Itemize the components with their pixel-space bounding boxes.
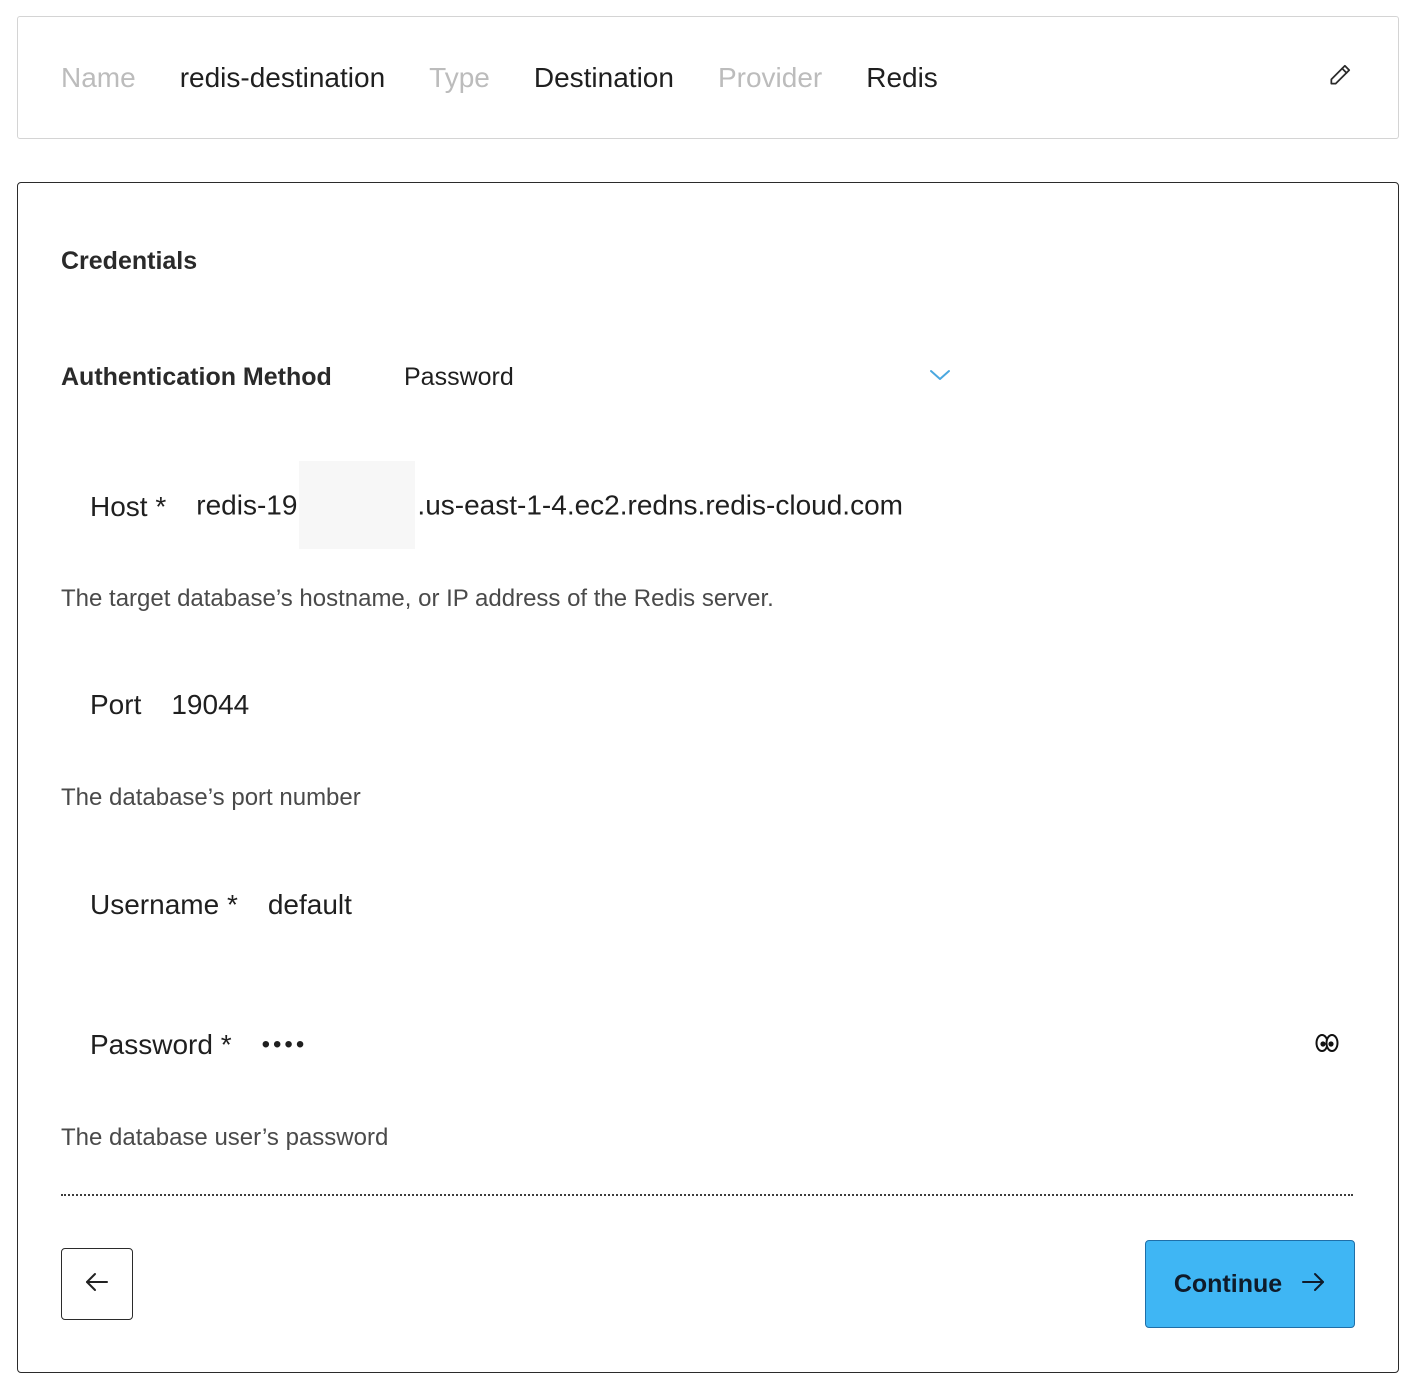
summary-row: Name redis-destination Type Destination … (61, 17, 982, 138)
arrow-right-icon (1300, 1271, 1326, 1298)
port-input[interactable]: 19044 (171, 689, 1355, 721)
port-field[interactable]: Port 19044 (61, 673, 1355, 737)
port-label: Port (90, 689, 141, 721)
edit-button[interactable] (1324, 61, 1356, 93)
provider-value: Redis (866, 62, 938, 94)
name-label: Name (61, 62, 136, 94)
port-help-text: The database’s port number (61, 784, 361, 812)
password-field[interactable]: Password * •••• (61, 1003, 1355, 1087)
pencil-icon (1327, 62, 1353, 93)
type-value: Destination (534, 62, 674, 94)
host-help-text: The target database’s hostname, or IP ad… (61, 585, 774, 613)
back-button[interactable] (61, 1248, 133, 1320)
continue-label: Continue (1174, 1270, 1282, 1299)
destination-summary-card: Name redis-destination Type Destination … (17, 16, 1399, 139)
name-value: redis-destination (180, 62, 385, 94)
credentials-card: Credentials Authentication Method Passwo… (17, 182, 1399, 1373)
show-password-button[interactable] (1313, 1031, 1341, 1059)
password-help-text: The database user’s password (61, 1124, 388, 1152)
host-value-suffix: .us-east-1-4.ec2.redns.redis-cloud.com (417, 489, 903, 520)
auth-method-select[interactable]: Password (404, 353, 952, 401)
host-value-prefix: redis-19 (196, 489, 297, 520)
password-input[interactable]: •••• (262, 1031, 1355, 1059)
arrow-left-icon (84, 1271, 110, 1298)
continue-button[interactable]: Continue (1145, 1240, 1355, 1328)
username-input[interactable]: default (268, 889, 1355, 921)
section-title: Credentials (61, 247, 197, 276)
auth-method-value: Password (404, 363, 514, 392)
password-label: Password * (90, 1029, 232, 1061)
auth-method-label: Authentication Method (61, 363, 332, 392)
host-input[interactable]: redis-19 .us-east-1-4.ec2.redns.redis-clo… (196, 463, 1355, 551)
username-field[interactable]: Username * default (61, 873, 1355, 937)
username-label: Username * (90, 889, 238, 921)
host-label: Host * (90, 491, 166, 523)
redacted-block (299, 461, 415, 549)
chevron-down-icon (928, 368, 952, 387)
eye-icon (1314, 1029, 1340, 1061)
host-field[interactable]: Host * redis-19 .us-east-1-4.ec2.redns.re… (61, 463, 1355, 551)
provider-label: Provider (718, 62, 822, 94)
divider (61, 1194, 1353, 1196)
type-label: Type (429, 62, 490, 94)
